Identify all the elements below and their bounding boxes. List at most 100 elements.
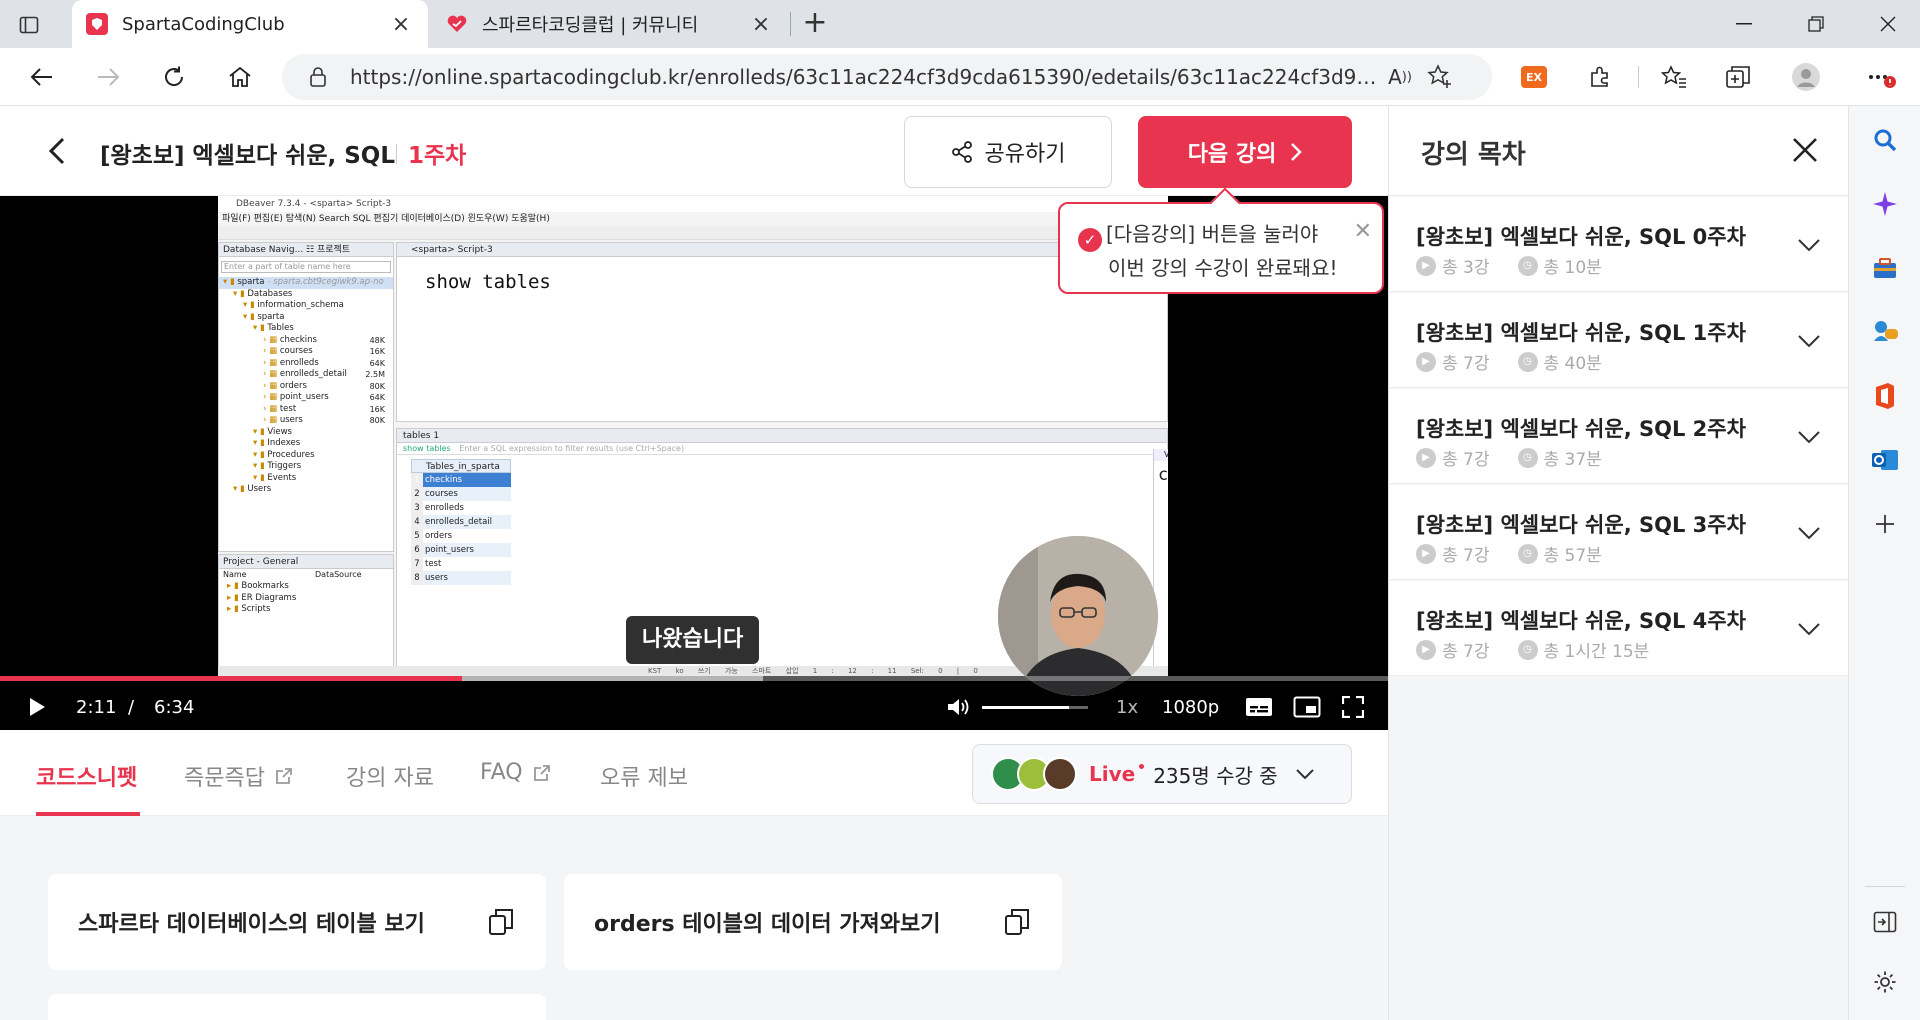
live-label: Live [1089, 762, 1145, 786]
hide-sidebar-icon[interactable] [1865, 902, 1905, 942]
close-tab-icon[interactable]: × [388, 11, 414, 37]
minimize-icon[interactable] [1722, 6, 1766, 42]
total-time: 총 1시간 15분 [1543, 642, 1650, 662]
snippet-card[interactable]: 스파르타 데이터베이스의 테이블 보기 [48, 874, 546, 970]
close-tab-icon[interactable]: × [748, 11, 774, 37]
project-col-name: Name [223, 570, 247, 579]
play-icon[interactable] [22, 684, 52, 730]
tab-faq[interactable]: FAQ [480, 760, 551, 785]
share-button[interactable]: 공유하기 [904, 116, 1112, 188]
next-lecture-button[interactable]: 다음 강의 [1138, 116, 1352, 188]
close-icon[interactable] [1787, 132, 1823, 168]
database-navigator: Database Navig... ☷ 프로젝트 Enter a part of… [218, 242, 394, 552]
tab-code-snippet[interactable]: 코드스니펫 [36, 760, 137, 792]
chevron-right-icon [1291, 143, 1303, 161]
snippet-card[interactable]: orders 테이블의 데이터 가져와보기 [564, 874, 1062, 970]
captions-icon[interactable] [1244, 684, 1274, 730]
restore-icon[interactable] [1794, 6, 1838, 42]
chevron-down-icon[interactable] [1795, 615, 1823, 643]
tab-actions-icon[interactable] [14, 10, 44, 40]
read-aloud-icon[interactable]: A)) [1380, 57, 1420, 97]
toolbox-icon[interactable] [1865, 248, 1905, 288]
live-count: 235명 수강 중 [1153, 763, 1278, 788]
dbeaver-title: DBeaver 7.3.4 - <sparta> Script-3 [218, 196, 1168, 212]
grid-row: 7 test [411, 557, 511, 571]
sql-code: show tables [425, 271, 551, 293]
chevron-down-icon[interactable] [1795, 327, 1823, 355]
extensions-puzzle-icon[interactable] [1582, 60, 1618, 94]
video-progress-bar[interactable] [0, 676, 1388, 681]
week-item[interactable]: [왕초보] 엑셀보다 쉬운, SQL 4주차 ▶ 총 7강 ◷ 총 1시간 15분 [1389, 581, 1849, 676]
home-icon[interactable] [222, 60, 258, 94]
chevron-down-icon[interactable] [1795, 519, 1823, 547]
instructor-webcam [998, 536, 1158, 696]
back-chevron-icon[interactable] [40, 134, 74, 168]
tab-label: 즉문즉답 [184, 766, 265, 791]
video-quality[interactable]: 1080p [1162, 684, 1219, 730]
close-window-icon[interactable] [1866, 6, 1910, 42]
add-favorite-icon[interactable] [1420, 57, 1460, 97]
playback-speed[interactable]: 1x [1116, 684, 1138, 730]
grid-row: 3 enrolleds [411, 501, 511, 515]
tab-qna[interactable]: 즉문즉답 [184, 760, 293, 792]
add-icon[interactable] [1865, 504, 1905, 544]
total-time: 총 37분 [1543, 450, 1602, 470]
picture-in-picture-icon[interactable] [1292, 684, 1322, 730]
favorites-icon[interactable] [1656, 60, 1692, 94]
next-lecture-tooltip: ✓ [다음강의] 버튼을 눌러야 이번 강의 수강이 완료돼요! ✕ [1058, 202, 1384, 294]
chevron-down-icon[interactable] [1795, 423, 1823, 451]
sidebar-divider [1865, 886, 1905, 887]
office-icon[interactable] [1865, 376, 1905, 416]
tree-item: › ▦ courses 16K [263, 346, 385, 356]
profile-avatar-icon[interactable] [1788, 60, 1824, 94]
avatar [1043, 757, 1077, 791]
week-item[interactable]: [왕초보] 엑셀보다 쉬운, SQL 2주차 ▶ 총 7강 ◷ 총 37분 [1389, 389, 1849, 484]
games-icon[interactable] [1865, 312, 1905, 352]
tab-materials[interactable]: 강의 자료 [346, 760, 434, 792]
url-bar[interactable]: https://online.spartacodingclub.kr/enrol… [282, 54, 1492, 100]
browser-tab-community[interactable]: 스파르타코딩클럽 | 커뮤니티 × [432, 0, 788, 48]
project-item: ▸ ▮ ER Diagrams [227, 592, 297, 603]
copilot-sparkle-icon[interactable] [1865, 184, 1905, 224]
new-tab-icon[interactable]: + [800, 8, 830, 39]
value-text: checkins [1158, 465, 1168, 485]
tab-separator [790, 12, 791, 36]
browser-tab-sparta[interactable]: SpartaCodingClub × [72, 0, 428, 48]
progress-played [0, 676, 463, 681]
settings-gear-icon[interactable] [1865, 962, 1905, 1002]
week-meta: ▶ 총 3강 ◷ 총 10분 [1416, 253, 1602, 278]
heart-logo-icon [446, 13, 468, 35]
back-arrow-icon[interactable] [24, 60, 60, 94]
current-time: 2:11 [76, 696, 117, 718]
more-menu-icon[interactable] [1864, 60, 1900, 94]
total-time: 총 40분 [1543, 354, 1602, 374]
week-item[interactable]: [왕초보] 엑셀보다 쉬운, SQL 0주차 ▶ 총 3강 ◷ 총 10분 [1389, 197, 1849, 292]
extension-ex-icon[interactable]: EX [1516, 60, 1552, 94]
outlook-icon[interactable] [1865, 440, 1905, 480]
copy-icon[interactable] [1002, 907, 1032, 937]
volume-icon[interactable] [944, 684, 974, 730]
fullscreen-icon[interactable] [1338, 684, 1368, 730]
week-item[interactable]: [왕초보] 엑셀보다 쉬운, SQL 3주차 ▶ 총 7강 ◷ 총 57분 [1389, 485, 1849, 580]
refresh-icon[interactable] [156, 60, 192, 94]
grid-row: 6 point_users [411, 543, 511, 557]
volume-slider[interactable] [982, 706, 1088, 709]
tree-item: › ▦ orders 80K [263, 380, 385, 391]
time-separator: / [128, 696, 135, 718]
navigator-tree: ▾ ▮ sparta - sparta.cbt9cegiwk9.ap-no ▾ ▮ … [219, 277, 393, 496]
copy-icon[interactable] [486, 907, 516, 937]
forward-arrow-icon[interactable] [90, 60, 126, 94]
week-item[interactable]: [왕초보] 엑셀보다 쉬운, SQL 1주차 ▶ 총 7강 ◷ 총 40분 [1389, 293, 1849, 388]
snippet-label: orders 테이블의 데이터 가져와보기 [594, 912, 941, 937]
collections-icon[interactable] [1720, 60, 1756, 94]
url-text[interactable]: https://online.spartacodingclub.kr/enrol… [350, 65, 1380, 89]
snippet-card[interactable] [48, 994, 546, 1020]
grid-row: 2 courses [411, 487, 511, 501]
tab-error-report[interactable]: 오류 제보 [600, 760, 688, 792]
close-tooltip-icon[interactable]: ✕ [1354, 216, 1372, 248]
tree-item: ▾ ▮ sparta - sparta.cbt9cegiwk9.ap-no [219, 277, 393, 289]
search-icon[interactable] [1865, 120, 1905, 160]
live-viewers-box[interactable]: Live 235명 수강 중 [972, 744, 1352, 804]
chevron-down-icon[interactable] [1795, 231, 1823, 259]
lock-icon[interactable] [298, 66, 338, 88]
